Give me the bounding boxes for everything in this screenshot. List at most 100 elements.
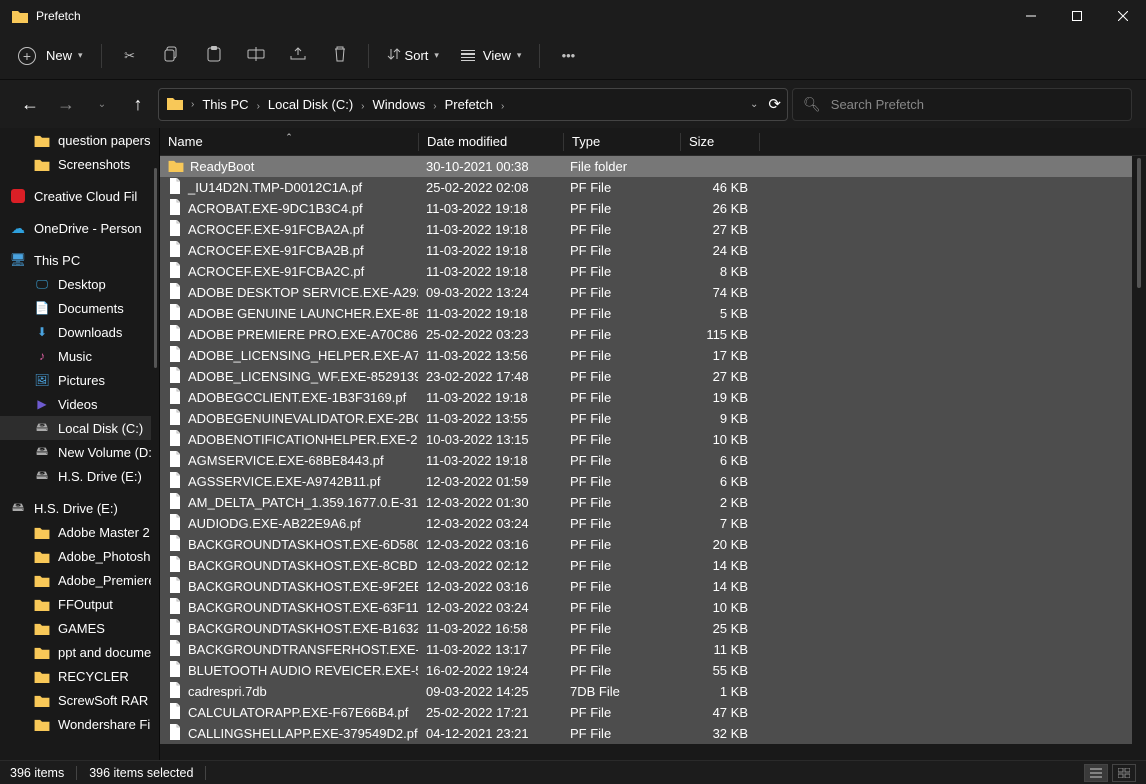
file-row[interactable]: ACROBAT.EXE-9DC1B3C4.pf11-03-2022 19:18P…	[160, 198, 1132, 219]
file-row[interactable]: cadrespri.7db09-03-2022 14:257DB File1 K…	[160, 681, 1132, 702]
close-button[interactable]	[1100, 0, 1146, 32]
sidebar-item[interactable]: 🖵Desktop	[0, 272, 151, 296]
share-button[interactable]	[278, 38, 318, 74]
file-row[interactable]: ACROCEF.EXE-91FCBA2A.pf11-03-2022 19:18P…	[160, 219, 1132, 240]
sidebar-item[interactable]: RECYCLER	[0, 664, 151, 688]
col-date[interactable]: Date modified	[419, 134, 563, 149]
breadcrumb-segment[interactable]: Windows	[369, 97, 430, 112]
thumbnails-view-toggle[interactable]	[1112, 764, 1136, 782]
search-box[interactable]: 🔍︎	[792, 88, 1132, 121]
sidebar-item[interactable]: ⬇Downloads	[0, 320, 151, 344]
refresh-button[interactable]: ⟳	[768, 95, 781, 113]
file-row[interactable]: _IU14D2N.TMP-D0012C1A.pf25-02-2022 02:08…	[160, 177, 1132, 198]
file-row[interactable]: ADOBEGCCLIENT.EXE-1B3F3169.pf11-03-2022 …	[160, 387, 1132, 408]
sidebar-item[interactable]: Wondershare Fil	[0, 712, 151, 736]
file-row[interactable]: ADOBE_LICENSING_WF.EXE-85291397.pf23-02-…	[160, 366, 1132, 387]
file-row[interactable]: CALLINGSHELLAPP.EXE-379549D2.pf04-12-202…	[160, 723, 1132, 744]
sidebar-item[interactable]: 🖴New Volume (D:	[0, 440, 151, 464]
address-bar[interactable]: › This PC›Local Disk (C:)›Windows›Prefet…	[158, 88, 788, 121]
breadcrumb-segment[interactable]: This PC	[198, 97, 252, 112]
forward-button[interactable]: →	[50, 88, 82, 120]
paste-button[interactable]	[194, 38, 234, 74]
sidebar-item[interactable]: 🖴Local Disk (C:)	[0, 416, 151, 440]
sidebar-item[interactable]: 🖴H.S. Drive (E:)	[0, 464, 151, 488]
sidebar-item[interactable]: ♪Music	[0, 344, 151, 368]
sidebar-item[interactable]: Adobe_Premiere	[0, 568, 151, 592]
file-row[interactable]: BACKGROUNDTASKHOST.EXE-8CBD7053...12-03-…	[160, 555, 1132, 576]
recent-button[interactable]: ⌄	[86, 88, 118, 120]
more-button[interactable]: •••	[548, 38, 588, 74]
sidebar-item[interactable]: ☁OneDrive - Person	[0, 216, 151, 240]
breadcrumb-segment[interactable]: Prefetch	[441, 97, 497, 112]
list-scrollbar[interactable]	[1132, 156, 1146, 744]
search-input[interactable]	[831, 97, 1121, 112]
col-type[interactable]: Type	[564, 134, 680, 149]
sidebar-item[interactable]: GAMES	[0, 616, 151, 640]
sort-button[interactable]: Sort ▾	[377, 38, 449, 74]
file-row[interactable]: AUDIODG.EXE-AB22E9A6.pf12-03-2022 03:24P…	[160, 513, 1132, 534]
file-row[interactable]: AGSSERVICE.EXE-A9742B11.pf12-03-2022 01:…	[160, 471, 1132, 492]
file-row[interactable]: ADOBENOTIFICATIONHELPER.EXE-25CC...10-03…	[160, 429, 1132, 450]
sidebar-item-label: ScrewSoft RAR F	[58, 693, 160, 708]
col-size[interactable]: Size	[681, 134, 759, 149]
sidebar-item[interactable]: question papers	[0, 128, 151, 152]
sidebar-item[interactable]: Creative Cloud Fil	[0, 184, 151, 208]
file-row[interactable]: AM_DELTA_PATCH_1.359.1677.0.E-3139A...12…	[160, 492, 1132, 513]
file-row[interactable]: BACKGROUNDTASKHOST.EXE-B16326C0.pf11-03-…	[160, 618, 1132, 639]
file-row[interactable]: ReadyBoot30-10-2021 00:38File folder	[160, 156, 1132, 177]
file-icon	[168, 178, 182, 197]
maximize-button[interactable]	[1054, 0, 1100, 32]
sidebar-item[interactable]: FFOutput	[0, 592, 151, 616]
file-icon	[168, 283, 182, 302]
view-button[interactable]: View ▾	[451, 38, 531, 74]
col-name[interactable]: Name⌃	[160, 134, 418, 149]
file-row[interactable]: ADOBEGENUINEVALIDATOR.EXE-2BCAF8...11-03…	[160, 408, 1132, 429]
file-size: 14 KB	[678, 579, 756, 594]
file-row[interactable]: ACROCEF.EXE-91FCBA2C.pf11-03-2022 19:18P…	[160, 261, 1132, 282]
sidebar-item[interactable]: ScrewSoft RAR F	[0, 688, 151, 712]
desktop-icon: 🖵	[34, 277, 50, 291]
back-button[interactable]: ←	[14, 88, 46, 120]
sidebar-item[interactable]: ▶Videos	[0, 392, 151, 416]
file-row[interactable]: BLUETOOTH AUDIO REVEICER.EXE-547EC...16-…	[160, 660, 1132, 681]
copy-button[interactable]	[152, 38, 192, 74]
cut-button[interactable]: ✂	[110, 38, 150, 74]
file-row[interactable]: BACKGROUNDTASKHOST.EXE-63F11000.pf12-03-…	[160, 597, 1132, 618]
file-name: ACROCEF.EXE-91FCBA2B.pf	[188, 243, 364, 258]
delete-button[interactable]	[320, 38, 360, 74]
sidebar-item[interactable]: 🖼Pictures	[0, 368, 151, 392]
folder-icon	[34, 693, 50, 707]
file-row[interactable]: ADOBE PREMIERE PRO.EXE-A70C860E.pf25-02-…	[160, 324, 1132, 345]
file-date: 12-03-2022 03:24	[418, 516, 562, 531]
sidebar-scrollbar[interactable]	[151, 128, 159, 760]
file-row[interactable]: CALCULATORAPP.EXE-F67E66B4.pf25-02-2022 …	[160, 702, 1132, 723]
file-name: BACKGROUNDTASKHOST.EXE-9F2EE4C2.pf	[188, 579, 418, 594]
file-row[interactable]: BACKGROUNDTRANSFERHOST.EXE-DB32...11-03-…	[160, 639, 1132, 660]
sidebar-item[interactable]: ppt and docume	[0, 640, 151, 664]
file-row[interactable]: ADOBE GENUINE LAUNCHER.EXE-8BD95...11-03…	[160, 303, 1132, 324]
folder-icon	[34, 669, 50, 683]
history-dropdown[interactable]: ⌄	[750, 99, 758, 110]
sidebar-item[interactable]: Adobe Master 2	[0, 520, 151, 544]
file-date: 11-03-2022 19:18	[418, 390, 562, 405]
file-row[interactable]: ADOBE DESKTOP SERVICE.EXE-A2925451.pf09-…	[160, 282, 1132, 303]
rename-button[interactable]	[236, 38, 276, 74]
minimize-button[interactable]	[1008, 0, 1054, 32]
sidebar-item[interactable]: 🖥This PC	[0, 248, 151, 272]
details-view-toggle[interactable]	[1084, 764, 1108, 782]
file-row[interactable]: ACROCEF.EXE-91FCBA2B.pf11-03-2022 19:18P…	[160, 240, 1132, 261]
pc-icon: 🖥	[10, 253, 26, 267]
file-row[interactable]: AGMSERVICE.EXE-68BE8443.pf11-03-2022 19:…	[160, 450, 1132, 471]
sidebar-item[interactable]: Screenshots	[0, 152, 151, 176]
breadcrumb-segment[interactable]: Local Disk (C:)	[264, 97, 357, 112]
new-button[interactable]: + New ▾	[8, 38, 93, 74]
file-row[interactable]: BACKGROUNDTASKHOST.EXE-6D58042C.pf12-03-…	[160, 534, 1132, 555]
up-button[interactable]: ↑	[122, 88, 154, 120]
file-date: 11-03-2022 13:17	[418, 642, 562, 657]
file-row[interactable]: ADOBE_LICENSING_HELPER.EXE-A7EF9B...11-0…	[160, 345, 1132, 366]
sidebar-item[interactable]: 📄Documents	[0, 296, 151, 320]
sidebar-item[interactable]: Adobe_Photosh	[0, 544, 151, 568]
file-date: 16-02-2022 19:24	[418, 663, 562, 678]
file-row[interactable]: BACKGROUNDTASKHOST.EXE-9F2EE4C2.pf12-03-…	[160, 576, 1132, 597]
sidebar-item[interactable]: 🖴H.S. Drive (E:)	[0, 496, 151, 520]
